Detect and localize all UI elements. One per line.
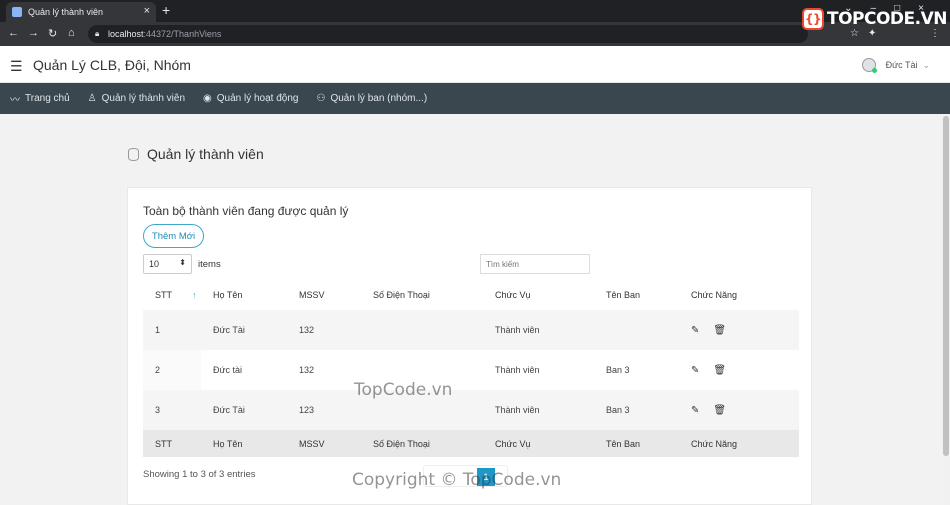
members-table: STT ↑ Họ Tên MSSV Số Điện Thoại Chức Vụ T… [143,280,799,457]
table-row: 3 Đức Tài 123 Thành viên Ban 3 ✎ 🗑︎ [143,390,799,430]
col-phone[interactable]: Số Điện Thoại [361,280,483,310]
table-info: Showing 1 to 3 of 3 entries [143,469,256,480]
foot-actions: Chức Năng [679,430,799,457]
foot-phone: Số Điện Thoại [361,430,483,457]
browser-tab[interactable]: Quản lý thành viên × [6,2,156,22]
page-title: Quản lý thành viên [147,146,264,162]
cell-stt: 2 [143,350,201,390]
menu-item-members[interactable]: ♙ Quản lý thành viên [88,93,185,104]
page-heading: Quản lý thành viên [128,146,264,162]
scrollbar[interactable] [942,114,950,505]
page-length-value: 10 [149,259,160,269]
brand-text: TOPCODE.VN [827,9,948,29]
chevron-down-icon: ⌄ [922,59,930,70]
cell-actions: ✎ 🗑︎ [679,350,799,390]
url-host: localhost [108,29,144,39]
cell-name: Đức Tài [201,310,287,350]
sort-up-icon: ↑ [192,290,197,300]
menu-label: Quản lý hoạt động [216,93,299,104]
app-title: Quản Lý CLB, Đội, Nhóm [33,57,191,73]
app-header: ☰ Quản Lý CLB, Đội, Nhóm Đức Tài ⌄ [0,46,950,83]
cell-mssv: 132 [287,310,361,350]
cell-phone [361,310,483,350]
col-stt[interactable]: STT ↑ [143,280,201,310]
edit-icon[interactable]: ✎ [691,405,699,416]
trash-icon[interactable]: 🗑︎ [713,325,726,336]
foot-stt: STT [143,430,201,457]
foot-mssv: MSSV [287,430,361,457]
col-label: STT [155,290,172,300]
topcode-logo: {} TOPCODE.VN [802,8,948,30]
logo-icon: {} [802,8,824,30]
back-icon[interactable]: ← [8,27,19,39]
user-name: Đức Tài [885,60,918,70]
menu-label: Trang chủ [25,93,70,104]
user-menu[interactable]: Đức Tài ⌄ [861,58,930,73]
cell-team: Ban 3 [594,390,679,430]
reload-icon[interactable]: ↻ [48,27,57,40]
trash-icon[interactable]: 🗑︎ [713,405,726,416]
url-path: :44372/ThanhViens [143,29,222,39]
watermark-center: TopCode.vn [354,380,453,400]
cell-mssv: 132 [287,350,361,390]
scrollbar-thumb[interactable] [943,116,949,456]
add-new-button[interactable]: Thêm Mới [143,224,204,248]
page-length-label: items [198,259,221,270]
search-input[interactable] [480,254,590,274]
database-icon [128,147,139,161]
lock-icon: 🔒︎ [95,29,100,38]
table-row: 2 Đức tài 132 Thành viên Ban 3 ✎ 🗑︎ [143,350,799,390]
eye-icon: ◉ [203,93,212,104]
cell-name: Đức tài [201,350,287,390]
page-length-select[interactable]: 10 ⬍ [143,254,192,274]
cell-stt: 3 [143,390,201,430]
cell-stt: 1 [143,310,201,350]
activity-icon: 〰 [10,95,20,106]
hamburger-menu-icon[interactable]: ☰ [10,58,23,75]
menu-label: Quản lý ban (nhóm...) [330,93,428,104]
members-card: Toàn bộ thành viên đang được quản lý Thê… [127,187,812,505]
foot-name: Họ Tên [201,430,287,457]
cell-role: Thành viên [483,390,594,430]
trash-icon[interactable]: 🗑︎ [713,365,726,376]
col-mssv[interactable]: MSSV [287,280,361,310]
table-footer-row: STT Họ Tên MSSV Số Điện Thoại Chức Vụ Tê… [143,430,799,457]
col-actions[interactable]: Chức Năng [679,280,799,310]
col-role[interactable]: Chức Vụ [483,280,594,310]
user-icon: ♙ [87,93,97,104]
new-tab-icon[interactable]: + [162,2,170,18]
cell-role: Thành viên [483,310,594,350]
watermark-bottom: Copyright © TopCode.vn [352,470,562,490]
cell-team: Ban 3 [594,350,679,390]
updown-icon: ⬍ [179,258,186,267]
card-title: Toàn bộ thành viên đang được quản lý [143,204,349,218]
edit-icon[interactable]: ✎ [691,365,699,376]
cell-team [594,310,679,350]
table-header-row: STT ↑ Họ Tên MSSV Số Điện Thoại Chức Vụ T… [143,280,799,310]
main-menu: 〰 Trang chủ ♙ Quản lý thành viên ◉ Quản … [0,83,950,114]
menu-item-teams[interactable]: ⚇ Quản lý ban (nhóm...) [316,93,427,104]
cell-name: Đức Tài [201,390,287,430]
edit-icon[interactable]: ✎ [691,325,699,336]
col-name[interactable]: Họ Tên [201,280,287,310]
users-icon: ⚇ [316,93,326,104]
table-row: 1 Đức Tài 132 Thành viên ✎ 🗑︎ [143,310,799,350]
avatar [861,58,877,73]
home-icon[interactable]: ⌂ [68,27,75,39]
menu-item-activities[interactable]: ◉ Quản lý hoạt động [203,93,298,104]
tab-title: Quản lý thành viên [28,7,104,17]
foot-role: Chức Vụ [483,430,594,457]
menu-label: Quản lý thành viên [101,93,186,104]
favicon-icon [12,7,22,17]
url-field[interactable]: 🔒︎ localhost:44372/ThanhViens [88,25,808,43]
close-tab-icon[interactable]: × [144,5,150,17]
col-team[interactable]: Tên Ban [594,280,679,310]
forward-icon[interactable]: → [28,27,39,39]
menu-item-home[interactable]: 〰 Trang chủ [10,91,70,106]
cell-actions: ✎ 🗑︎ [679,310,799,350]
cell-mssv: 123 [287,390,361,430]
cell-actions: ✎ 🗑︎ [679,390,799,430]
foot-team: Tên Ban [594,430,679,457]
cell-role: Thành viên [483,350,594,390]
